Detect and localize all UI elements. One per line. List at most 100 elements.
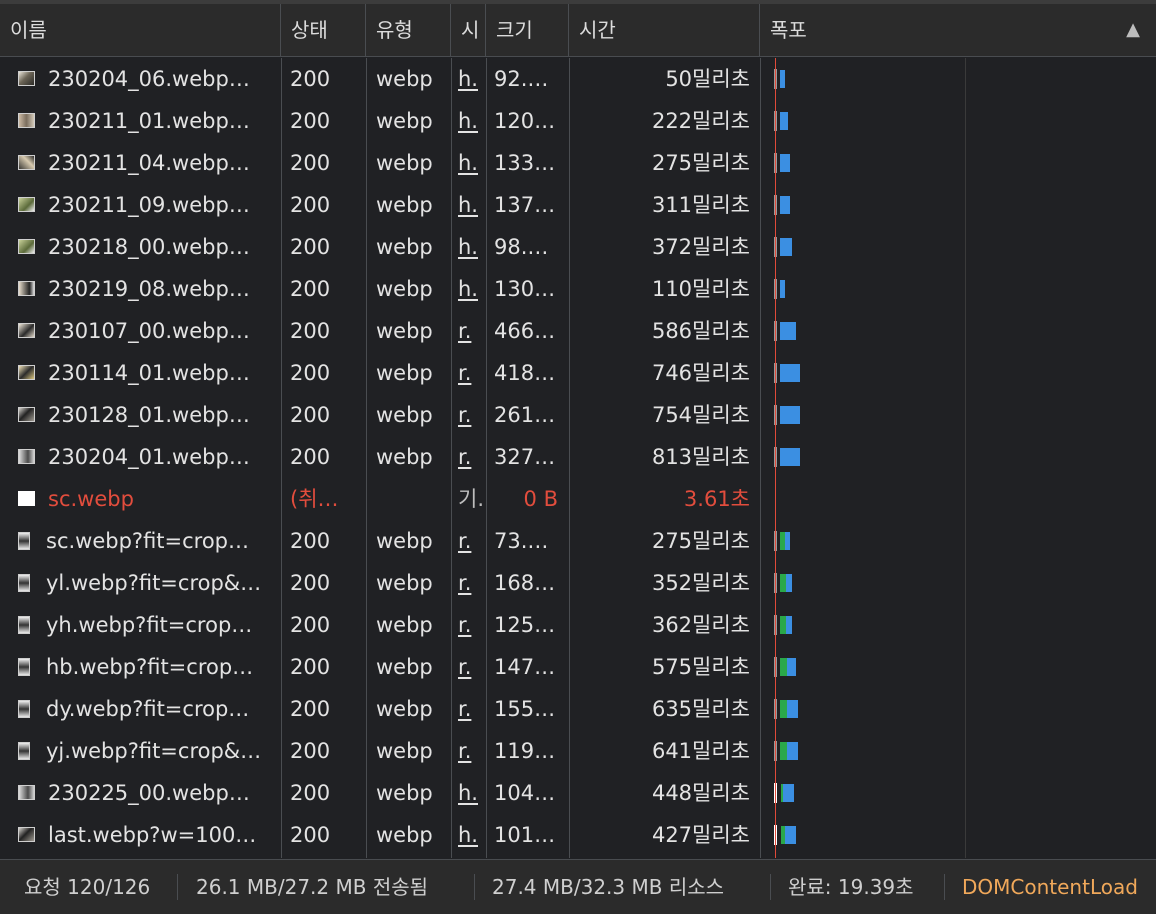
request-size: 92.… [494, 67, 549, 91]
request-size: 120… [494, 109, 556, 133]
request-name-cell: 230114_01.webp… [18, 352, 276, 394]
request-time: 641밀리초 [651, 739, 750, 763]
request-row[interactable]: 230218_00.webp… 200 webp h. 98.… 372밀리초 [0, 226, 1156, 268]
request-status: 200 [290, 529, 331, 553]
request-type: webp [376, 235, 433, 259]
request-status: 200 [290, 319, 331, 343]
request-initiator-link[interactable]: h. [458, 226, 484, 268]
request-row[interactable]: dy.webp?fit=crop… 200 webp r. 155… 635밀리… [0, 688, 1156, 730]
footer-divider [474, 874, 475, 900]
request-size: 168… [494, 571, 556, 595]
request-row[interactable]: 230128_01.webp… 200 webp r. 261… 754밀리초 [0, 394, 1156, 436]
request-initiator-link[interactable]: h. [458, 184, 484, 226]
request-type: webp [376, 529, 433, 553]
request-type: webp [376, 823, 433, 847]
image-thumbnail-icon [18, 197, 35, 212]
request-status: 200 [290, 151, 331, 175]
request-size: 0 B [523, 487, 558, 511]
image-thumbnail-icon [18, 615, 30, 634]
request-name: yl.webp?fit=crop&… [46, 571, 262, 595]
request-row[interactable]: yj.webp?fit=crop&… 200 webp r. 119… 641밀… [0, 730, 1156, 772]
request-initiator-link[interactable]: h. [458, 268, 484, 310]
request-row[interactable]: 230114_01.webp… 200 webp r. 418… 746밀리초 [0, 352, 1156, 394]
waterfall-cell [760, 352, 1156, 394]
request-name-cell: 230225_00.webp… [18, 772, 276, 814]
image-thumbnail-icon [18, 113, 35, 128]
request-initiator-link[interactable]: r. [458, 310, 484, 352]
request-initiator-link[interactable]: h. [458, 772, 484, 814]
request-row[interactable]: yl.webp?fit=crop&… 200 webp r. 168… 352밀… [0, 562, 1156, 604]
waterfall-cell [760, 814, 1156, 856]
request-initiator-link[interactable]: h. [458, 142, 484, 184]
footer-transferred: 26.1 MB/27.2 MB 전송됨 [196, 875, 429, 899]
waterfall-bar [787, 658, 796, 676]
waterfall-bar [786, 574, 792, 592]
request-name-cell: yl.webp?fit=crop&… [18, 562, 276, 604]
request-name-cell: yh.webp?fit=crop… [18, 604, 276, 646]
request-name-cell: 230218_00.webp… [18, 226, 276, 268]
column-header-initiator[interactable]: 시 [451, 4, 486, 56]
waterfall-load-marker [775, 58, 776, 858]
request-row[interactable]: hb.webp?fit=crop… 200 webp r. 147… 575밀리… [0, 646, 1156, 688]
request-initiator-link[interactable]: r. [458, 730, 484, 772]
request-initiator-link[interactable]: r. [458, 562, 484, 604]
request-type: webp [376, 361, 433, 385]
request-initiator-link[interactable]: 기. [458, 478, 484, 520]
waterfall-bar [785, 532, 790, 550]
request-row[interactable]: 230204_06.webp… 200 webp h. 92.… 50밀리초 [0, 58, 1156, 100]
request-row[interactable]: 230211_01.webp… 200 webp h. 120… 222밀리초 [0, 100, 1156, 142]
request-row[interactable]: 230225_00.webp… 200 webp h. 104… 448밀리초 [0, 772, 1156, 814]
request-status: 200 [290, 823, 331, 847]
column-header-waterfall[interactable]: 폭포 [760, 4, 1156, 56]
request-row[interactable]: last.webp?w=100… 200 webp h. 101… 427밀리초 [0, 814, 1156, 856]
image-thumbnail-icon [18, 657, 30, 676]
network-request-list: 230204_06.webp… 200 webp h. 92.… 50밀리초 2… [0, 58, 1156, 858]
column-header-size[interactable]: 크기 [486, 4, 569, 56]
image-thumbnail-icon [18, 449, 35, 464]
request-initiator-link[interactable]: r. [458, 646, 484, 688]
request-status: 200 [290, 277, 331, 301]
request-initiator-link[interactable]: r. [458, 394, 484, 436]
waterfall-bar [787, 742, 798, 760]
column-header-name[interactable]: 이름 [0, 4, 281, 56]
request-row[interactable]: 230219_08.webp… 200 webp h. 130… 110밀리초 [0, 268, 1156, 310]
request-name-cell: dy.webp?fit=crop… [18, 688, 276, 730]
request-initiator-link[interactable]: h. [458, 814, 484, 856]
request-type: webp [376, 193, 433, 217]
request-row[interactable]: 230211_04.webp… 200 webp h. 133… 275밀리초 [0, 142, 1156, 184]
triangle-up-icon[interactable]: ▲ [1126, 4, 1140, 56]
waterfall-bar [780, 406, 800, 424]
request-name-cell: sc.webp [18, 478, 276, 520]
column-header-type[interactable]: 유형 [366, 4, 451, 56]
request-initiator-link[interactable]: r. [458, 520, 484, 562]
request-time: 448밀리초 [651, 781, 750, 805]
request-time: 362밀리초 [651, 613, 750, 637]
column-header-time[interactable]: 시간 [569, 4, 760, 56]
request-status: 200 [290, 571, 331, 595]
request-initiator-link[interactable]: r. [458, 688, 484, 730]
request-type: webp [376, 655, 433, 679]
request-initiator-link[interactable]: r. [458, 604, 484, 646]
request-name-cell: hb.webp?fit=crop… [18, 646, 276, 688]
request-row[interactable]: yh.webp?fit=crop… 200 webp r. 125… 362밀리… [0, 604, 1156, 646]
blank-file-icon [18, 491, 35, 506]
request-initiator-link[interactable]: h. [458, 58, 484, 100]
request-name: yh.webp?fit=crop… [46, 613, 253, 637]
request-time: 352밀리초 [651, 571, 750, 595]
request-type: webp [376, 739, 433, 763]
request-type: webp [376, 445, 433, 469]
request-size: 261… [494, 403, 556, 427]
request-row[interactable]: 230204_01.webp… 200 webp r. 327… 813밀리초 [0, 436, 1156, 478]
column-header-status[interactable]: 상태 [281, 4, 366, 56]
waterfall-cell [760, 226, 1156, 268]
request-row[interactable]: sc.webp?fit=crop… 200 webp r. 73.… 275밀리… [0, 520, 1156, 562]
request-row-cancelled[interactable]: sc.webp (취… 기. 0 B 3.61초 [0, 478, 1156, 520]
request-row[interactable]: 230211_09.webp… 200 webp h. 137… 311밀리초 [0, 184, 1156, 226]
request-initiator-link[interactable]: h. [458, 100, 484, 142]
request-name-cell: 230211_04.webp… [18, 142, 276, 184]
request-row[interactable]: 230107_00.webp… 200 webp r. 466… 586밀리초 [0, 310, 1156, 352]
waterfall-cell [760, 772, 1156, 814]
request-initiator-link[interactable]: r. [458, 352, 484, 394]
request-initiator-link[interactable]: r. [458, 436, 484, 478]
waterfall-cell [760, 562, 1156, 604]
